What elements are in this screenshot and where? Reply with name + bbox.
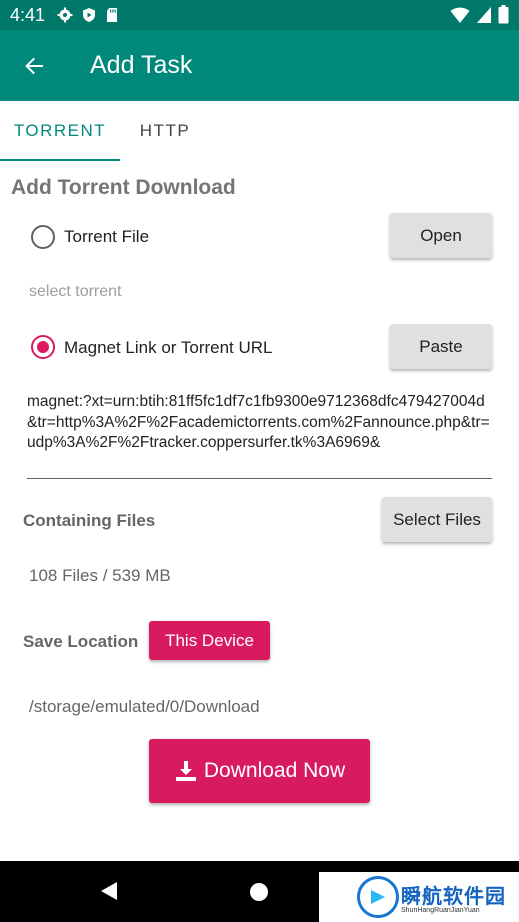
app-bar: Add Task [0,30,519,101]
status-time: 4:41 [10,4,46,25]
shield-play-icon [83,8,96,22]
magnet-link-radio[interactable] [31,335,55,359]
back-button[interactable] [20,52,48,80]
save-path: /storage/emulated/0/Download [29,697,260,716]
watermark-text: 瞬航软件园 [401,886,506,908]
magnet-url-input[interactable]: magnet:?xt=urn:btih:81ff5fc1df7c1fb9300e… [27,392,492,479]
download-now-label: Download Now [203,759,346,782]
containing-files-label: Containing Files [23,511,156,530]
arrow-back-icon [25,57,43,74]
sd-card-icon [107,8,118,22]
paste-button[interactable]: Paste [390,324,492,369]
battery-icon [498,5,509,24]
watermark-logo-icon [357,876,399,918]
nav-back-icon[interactable] [100,881,118,901]
nav-home-icon[interactable] [250,883,268,901]
page-title: Add Task [90,51,193,79]
torrent-file-radio[interactable] [31,225,55,249]
save-location-label: Save Location [23,632,139,651]
settings-icon [57,7,73,23]
tab-http[interactable]: HTTP [120,101,210,161]
download-icon [175,761,196,781]
magnet-link-label: Magnet Link or Torrent URL [64,338,273,357]
select-torrent-hint: select torrent [29,283,122,300]
torrent-file-label: Torrent File [64,227,150,246]
watermark-subtext: ShunHangRuanJianYuan [401,907,480,914]
wifi-icon [450,7,470,23]
select-files-button[interactable]: Select Files [382,497,492,542]
download-now-button[interactable]: Download Now [149,739,370,803]
tab-torrent[interactable]: TORRENT [0,101,120,161]
status-bar: 4:41 [0,0,519,30]
signal-icon [477,6,491,23]
files-info: 108 Files / 539 MB [29,566,171,585]
watermark-logo: 瞬航软件园 ShunHangRuanJianYuan [319,872,519,922]
section-title: Add Torrent Download [11,176,236,199]
open-button[interactable]: Open [390,213,492,258]
this-device-button[interactable]: This Device [149,621,270,660]
tab-bar: TORRENT HTTP [0,101,519,161]
